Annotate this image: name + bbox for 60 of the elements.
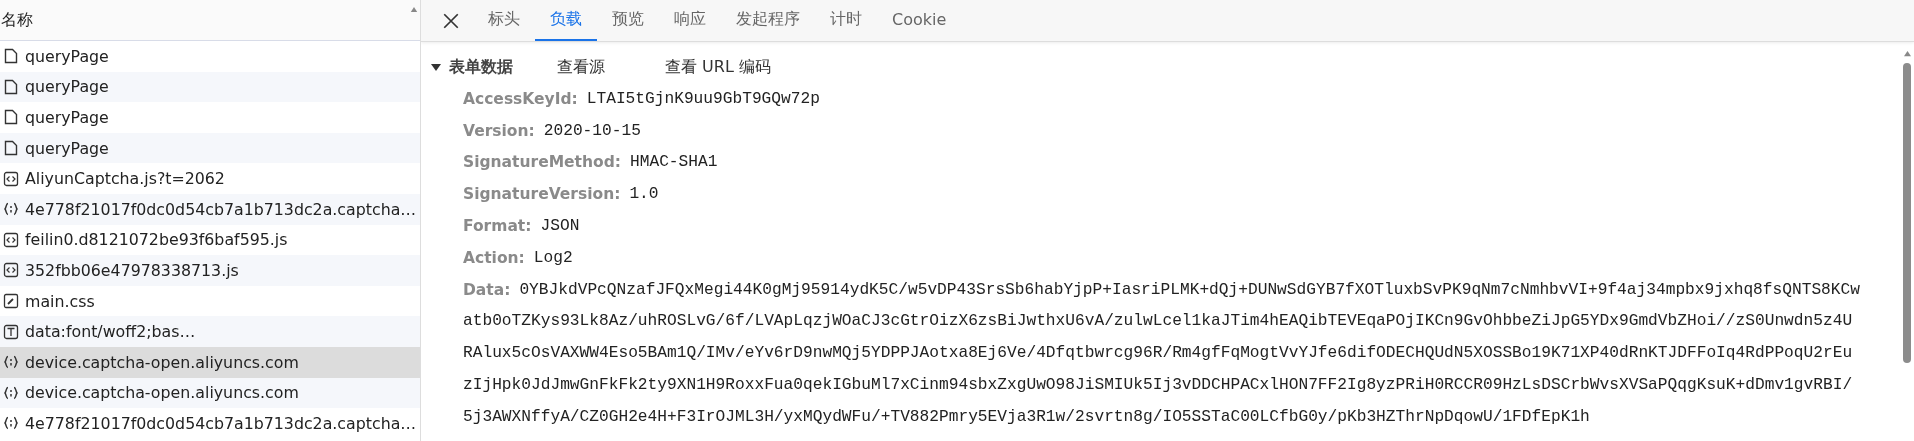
- tab[interactable]: 计时: [815, 0, 877, 41]
- field-value: zIjHpk0JdJmwGnFkFk2ty9XN1H9RoxxFua0qekIGbuMl7xCinm94sbxZxgUwO98JiSMIUk5Ij3vDDCHPACxlHON7FF2Ig8yzPRiH0RCCR09HzLsDSCrbWvsXVSaPQqgKsuK+dDmv1gvRBI/: [463, 376, 1853, 395]
- field-value: JSON: [540, 217, 580, 236]
- field-value: 2020-10-15: [543, 121, 641, 140]
- request-row[interactable]: device.captcha-open.aliyuncs.com: [0, 346, 420, 378]
- braces-icon: [3, 201, 19, 218]
- document-icon: [3, 78, 19, 95]
- field-value: 0YBJkdVPcQNzafJFQxMegi44K0gMj95914ydK5C/w5vDP43SrsSb6habYjpP+IasriPLMK+dQj+DUNwSdGYB7fXOTluxbSvPK9qNm7cNmhbvVI+9f4aj34mpbx9jxhq8fsQNTS8KCw: [519, 280, 1860, 299]
- tab[interactable]: 标头: [473, 0, 535, 41]
- request-row[interactable]: feilin0.d8121072be93f6baf595.js: [0, 224, 420, 256]
- view-link[interactable]: 查看 URL 编码: [665, 56, 771, 78]
- request-row[interactable]: queryPage: [0, 71, 420, 103]
- document-icon: [3, 109, 19, 126]
- field-value: HMAC-SHA1: [630, 153, 718, 172]
- request-row[interactable]: queryPage: [0, 132, 420, 164]
- request-row[interactable]: main.css: [0, 285, 420, 317]
- request-row[interactable]: 4e778f21017f0dc0d54cb7a1b713dc2a.captcha…: [0, 193, 420, 225]
- field-value: 1.0: [629, 185, 659, 204]
- request-row[interactable]: 352fbb06e47978338713.js: [0, 255, 420, 286]
- field-key: Version:: [463, 121, 535, 140]
- brush-icon: [3, 293, 19, 310]
- braces-icon: [3, 384, 19, 401]
- request-row[interactable]: queryPage: [0, 41, 420, 72]
- braces-icon: [3, 354, 19, 371]
- field-value: atb0oTZKys93Lk8Az/uhROSLvG/6f/LVApLqzjWOaCJ3cGtrOizX6zsBiJwthxU6vA/zulwLcel1kaJTim4hEAQibTEVEqaPOjIKCn9GvOhbbeZiJpG5YDx9GmdVbZHoi//zS0Unwdn5z4U: [463, 312, 1853, 331]
- field-key: SignatureMethod:: [463, 153, 621, 172]
- request-row[interactable]: device.captcha-open.aliyuncs.com: [0, 377, 420, 409]
- field-key: Action:: [463, 248, 525, 267]
- braces-icon: [3, 415, 19, 432]
- field-value: Log2: [533, 248, 573, 267]
- scroll-up-icon[interactable]: [410, 6, 418, 13]
- code-icon: [3, 262, 19, 279]
- tab[interactable]: 负载: [535, 0, 597, 41]
- field-key: SignatureVersion:: [463, 185, 621, 204]
- code-icon: [3, 231, 19, 248]
- request-row[interactable]: 4e778f21017f0dc0d54cb7a1b713dc2a.captcha…: [0, 408, 420, 439]
- request-row[interactable]: AliyunCaptcha.js?t=2062: [0, 163, 420, 194]
- field-value: RAlux5cOsVAXWW4Eso5BAm1Q/IMv/eYv6rD9nwMQj5YDPPJAotxa8Ej6Ve/4Dfqtbwrcg96R/Rm4gfFqMogtVvYJfe6difODECHQUdN5XOSSBo19K71XP40dRnKTJDFFoIq4RdPPoqU2rEu: [463, 344, 1853, 363]
- field-value: 5j3AWXNffyA/CZ0GH2e4H+F3IrOJML3H/yxMQydWFu/+TV882Pmry5EVja3R1w/2svrtn8g/IO5SSTaC00LCfbG0y/pKb3HZThrNpDqowU/1FDfEpK1h: [463, 407, 1590, 426]
- view-link[interactable]: 查看源: [557, 56, 605, 78]
- document-icon: [3, 140, 19, 157]
- triangle-icon: [431, 62, 441, 72]
- scroll-up-icon[interactable]: [1903, 50, 1912, 57]
- tab[interactable]: Cookie: [877, 0, 962, 41]
- font-icon: [3, 323, 19, 340]
- tab[interactable]: 发起程序: [721, 0, 815, 41]
- request-row[interactable]: queryPage: [0, 102, 420, 133]
- field-key: Format:: [463, 217, 532, 236]
- field-value: LTAI5tGjnK9uu9GbT9GQw72p: [586, 89, 820, 108]
- document-icon: [3, 48, 19, 65]
- section-toggle[interactable]: 表单数据: [431, 56, 513, 78]
- field-key: Data:: [463, 280, 511, 299]
- column-header: 名称: [0, 9, 33, 31]
- request-row[interactable]: data:font/woff2;bas…: [0, 316, 420, 347]
- scrollbar-thumb[interactable]: [1903, 63, 1911, 363]
- field-key: AccessKeyId:: [463, 89, 578, 108]
- close-icon: [442, 11, 460, 30]
- tab[interactable]: 预览: [597, 0, 659, 41]
- code-icon: [3, 170, 19, 187]
- tab[interactable]: 响应: [659, 0, 721, 41]
